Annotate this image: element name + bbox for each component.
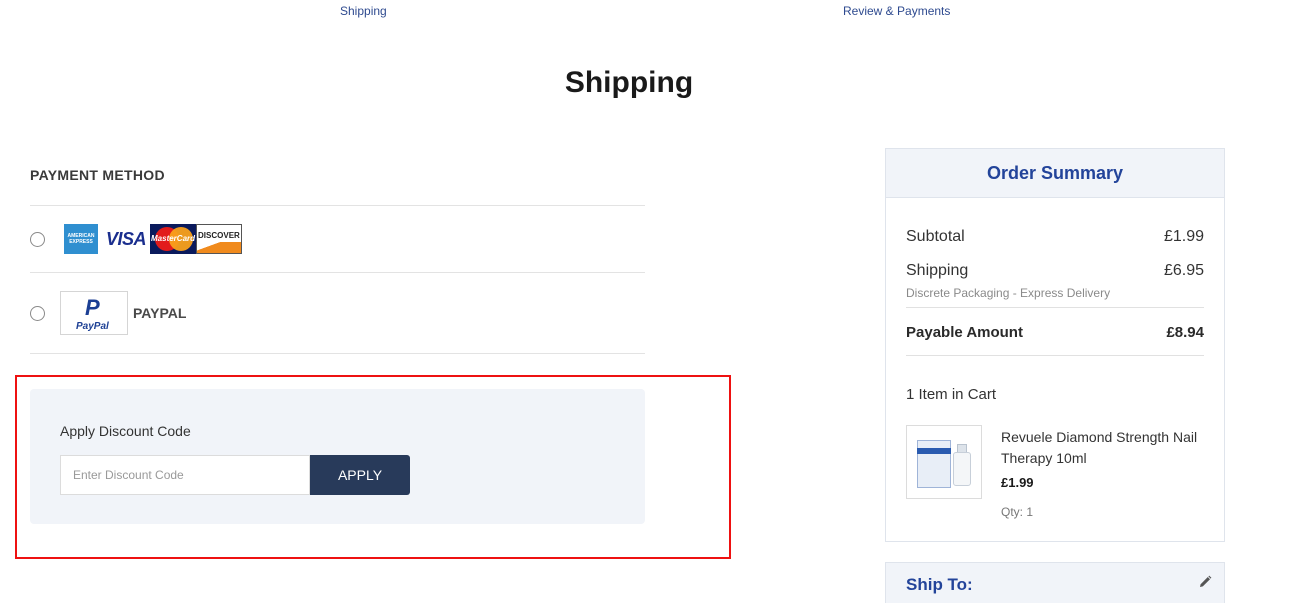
- product-price: £1.99: [1001, 475, 1034, 490]
- step-review-payments-link[interactable]: Review & Payments: [843, 4, 950, 18]
- checkout-steps: Shipping Review & Payments: [0, 4, 1294, 22]
- highlight-box: [15, 375, 731, 559]
- card-payment-radio[interactable]: [30, 232, 45, 247]
- payable-amount-value: £8.94: [1166, 324, 1204, 341]
- divider: [906, 355, 1204, 356]
- ship-to-title: Ship To:: [906, 575, 973, 594]
- product-name[interactable]: Revuele Diamond Strength Nail Therapy 10…: [1001, 427, 1211, 469]
- shipping-label: Shipping: [906, 262, 969, 279]
- items-in-cart-count: 1 Item in Cart: [906, 386, 997, 403]
- divider: [906, 307, 1204, 308]
- paypal-label: PAYPAL: [133, 305, 187, 321]
- product-quantity: Qty: 1: [1001, 505, 1034, 519]
- subtotal-label: Subtotal: [906, 228, 965, 245]
- paypal-payment-radio[interactable]: [30, 306, 45, 321]
- payment-method-title: PAYMENT METHOD: [30, 167, 165, 183]
- discover-logo: DISCOVER: [196, 224, 243, 254]
- product-thumbnail[interactable]: [906, 425, 982, 499]
- paypal-logo: P PayPal: [60, 291, 128, 335]
- card-logos: AMERICAN EXPRESS VISA MasterCard DISCOVE…: [64, 224, 243, 254]
- page-title: Shipping: [564, 66, 694, 99]
- mastercard-logo: MasterCard: [150, 224, 197, 254]
- order-summary-title: Order Summary: [886, 149, 1224, 198]
- divider: [30, 205, 645, 206]
- divider: [30, 272, 645, 273]
- shipping-note: Discrete Packaging - Express Delivery: [906, 286, 1111, 300]
- amex-logo: AMERICAN EXPRESS: [64, 224, 98, 254]
- payable-amount-label: Payable Amount: [906, 324, 1023, 341]
- divider: [30, 353, 645, 354]
- pencil-edit-icon[interactable]: [1198, 575, 1212, 589]
- shipping-value: £6.95: [1163, 262, 1204, 279]
- subtotal-value: £1.99: [1163, 228, 1204, 245]
- step-shipping-link[interactable]: Shipping: [340, 4, 387, 18]
- order-summary: Order Summary Subtotal £1.99 Shipping £6…: [885, 148, 1225, 542]
- visa-logo: VISA: [106, 228, 147, 249]
- ship-to-panel: Ship To:: [885, 562, 1225, 603]
